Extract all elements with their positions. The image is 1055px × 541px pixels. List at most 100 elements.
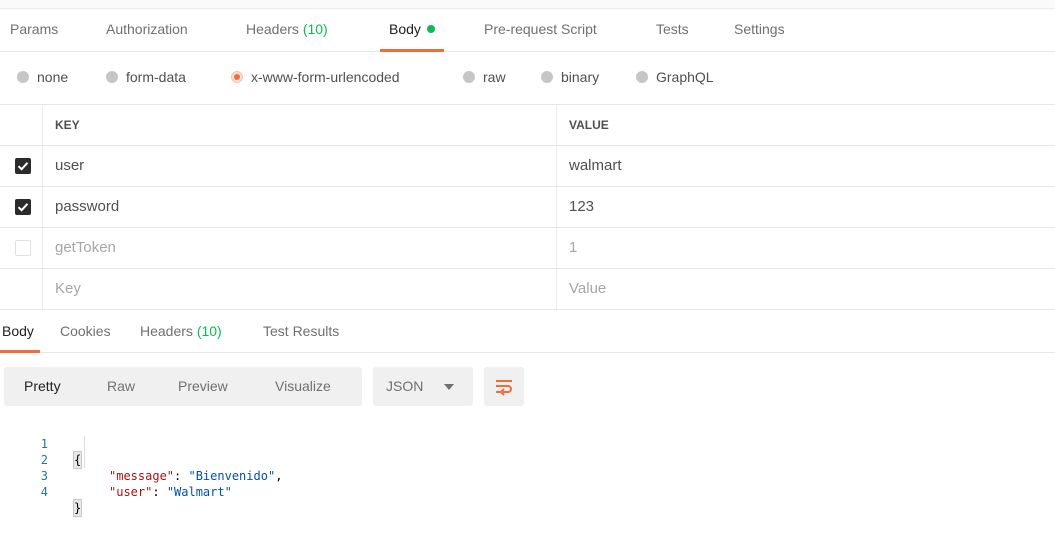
tab-label: Params xyxy=(10,21,59,37)
mode-label: x-www-form-urlencoded xyxy=(251,69,400,85)
check-icon xyxy=(17,203,29,212)
key-header-cell: KEY xyxy=(43,105,557,145)
checkbox-cell xyxy=(0,187,43,227)
format-select[interactable]: JSON xyxy=(373,367,473,406)
tab-label: Tests xyxy=(656,21,689,37)
radio-checked-icon xyxy=(231,71,243,83)
radio-icon xyxy=(636,71,648,83)
top-bar xyxy=(0,0,1055,9)
radio-icon xyxy=(463,71,475,83)
view-preview-button[interactable]: Preview xyxy=(178,367,228,406)
code-text: "user": "Walmart" xyxy=(109,484,232,500)
row-checkbox[interactable] xyxy=(15,158,31,174)
mode-label: none xyxy=(37,69,69,85)
mode-label: GraphQL xyxy=(656,69,714,85)
check-icon xyxy=(17,162,29,171)
tab-label: Body xyxy=(389,21,421,37)
response-tab-cookies[interactable]: Cookies xyxy=(60,311,111,352)
key-text: user xyxy=(55,157,85,174)
table-header-row: KEY VALUE xyxy=(0,105,1055,146)
view-raw-button[interactable]: Raw xyxy=(107,367,135,406)
tab-params[interactable]: Params xyxy=(10,9,58,51)
mode-label: raw xyxy=(483,69,506,85)
tab-pre-request-script[interactable]: Pre-request Script xyxy=(484,9,597,51)
row-checkbox[interactable] xyxy=(15,199,31,215)
value-cell[interactable]: walmart xyxy=(557,146,1055,186)
response-body-editor[interactable]: 1 { 2 "message": "Bienvenido", 3 "user":… xyxy=(0,420,1055,517)
view-label: Preview xyxy=(178,378,228,394)
response-tab-test-results[interactable]: Test Results xyxy=(263,311,339,352)
table-row: getToken 1 xyxy=(0,228,1055,269)
radio-icon xyxy=(17,71,29,83)
value-header-cell: VALUE xyxy=(557,105,1055,145)
caret-down-icon xyxy=(444,384,454,390)
response-tab-body[interactable]: Body xyxy=(0,311,40,353)
key-cell[interactable]: user xyxy=(43,146,557,186)
body-mode-selector: none form-data x-www-form-urlencoded raw… xyxy=(0,52,1055,105)
body-active-dot-icon xyxy=(426,25,435,33)
view-visualize-button[interactable]: Visualize xyxy=(275,367,331,406)
tab-settings[interactable]: Settings xyxy=(734,9,785,51)
tab-body[interactable]: Body xyxy=(380,9,444,52)
request-tabs: Params Authorization Headers (10) Body P… xyxy=(0,9,1055,52)
json-separator: : xyxy=(152,485,167,499)
code-text: } xyxy=(72,499,83,517)
response-tab-headers[interactable]: Headers (10) xyxy=(140,311,222,352)
key-cell[interactable]: getToken xyxy=(43,228,557,268)
tab-tests[interactable]: Tests xyxy=(656,9,689,51)
mode-label: form-data xyxy=(126,69,186,85)
value-cell[interactable]: 123 xyxy=(557,187,1055,227)
json-string: "Walmart" xyxy=(166,485,232,499)
tab-label: Body xyxy=(2,323,34,339)
value-text: 123 xyxy=(569,198,595,215)
mode-binary[interactable]: binary xyxy=(541,69,599,85)
format-label: JSON xyxy=(386,378,424,394)
code-line: 3 "user": "Walmart" xyxy=(0,452,1055,499)
tab-headers[interactable]: Headers (10) xyxy=(246,9,328,51)
view-pretty-button[interactable]: Pretty xyxy=(24,367,61,406)
tab-authorization[interactable]: Authorization xyxy=(106,9,188,51)
checkbox-cell xyxy=(0,269,43,309)
new-row: Key Value xyxy=(0,269,1055,310)
key-cell[interactable]: password xyxy=(43,187,557,227)
tab-label: Headers xyxy=(140,323,193,339)
value-cell[interactable]: 1 xyxy=(557,228,1055,268)
tab-label: Authorization xyxy=(106,21,188,37)
line-number: 4 xyxy=(40,485,48,499)
new-key-input[interactable]: Key xyxy=(43,269,557,309)
value-column-header: VALUE xyxy=(569,118,609,132)
tab-label: Test Results xyxy=(263,323,340,339)
tab-label: Pre-request Script xyxy=(484,21,597,37)
key-placeholder: Key xyxy=(55,280,81,297)
view-label: Visualize xyxy=(275,378,331,394)
headers-count: (10) xyxy=(196,323,222,339)
code-line: 2 "message": "Bienvenido", xyxy=(0,436,1055,483)
table-row: user walmart xyxy=(0,146,1055,187)
active-tab-underline xyxy=(0,350,40,353)
wrap-lines-icon xyxy=(496,380,512,396)
mode-x-www-form-urlencoded[interactable]: x-www-form-urlencoded xyxy=(231,69,400,85)
value-text: 1 xyxy=(569,239,578,256)
new-value-input[interactable]: Value xyxy=(557,269,1055,309)
checkbox-cell xyxy=(0,228,43,268)
tab-label: Headers xyxy=(246,21,299,37)
key-column-header: KEY xyxy=(55,118,80,132)
value-placeholder: Value xyxy=(569,280,607,297)
mode-label: binary xyxy=(561,69,600,85)
mode-form-data[interactable]: form-data xyxy=(106,69,186,85)
headers-count: (10) xyxy=(302,21,328,37)
radio-icon xyxy=(106,71,118,83)
mode-graphql[interactable]: GraphQL xyxy=(636,69,714,85)
response-tabs: Body Cookies Headers (10) Test Results xyxy=(0,311,1055,353)
radio-icon xyxy=(541,71,553,83)
row-checkbox[interactable] xyxy=(15,240,31,256)
wrap-lines-button[interactable] xyxy=(484,367,524,406)
key-text: getToken xyxy=(55,239,116,256)
header-checkbox-cell xyxy=(0,105,43,145)
json-key: "user" xyxy=(109,485,153,499)
mode-none[interactable]: none xyxy=(17,69,68,85)
tab-label: Cookies xyxy=(60,323,111,339)
mode-raw[interactable]: raw xyxy=(463,69,506,85)
code-line: 1 { xyxy=(0,420,1055,469)
code-line: 4 } xyxy=(0,468,1055,517)
